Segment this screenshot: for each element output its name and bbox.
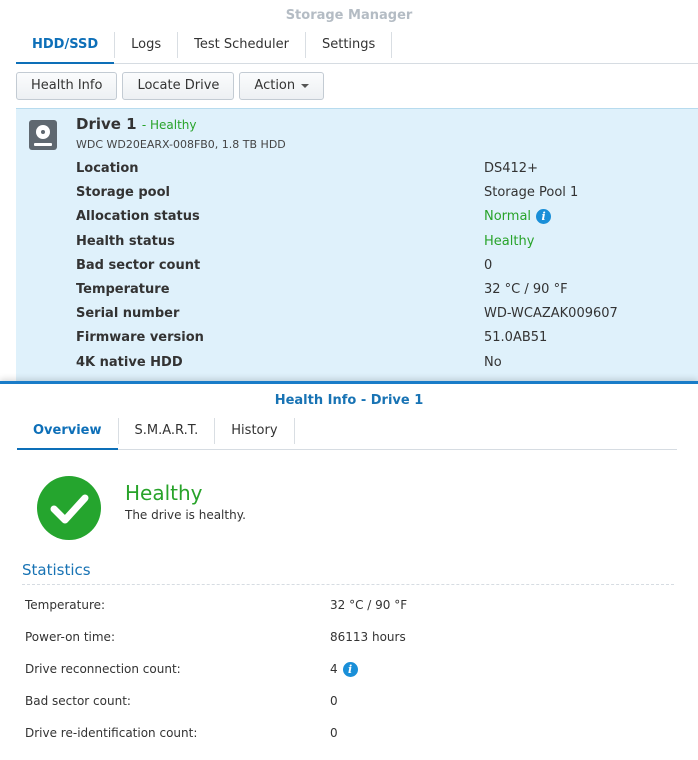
property-label: Storage pool (76, 185, 170, 201)
property-value: 0 (484, 257, 493, 273)
storage-manager-window: Storage Manager HDD/SSD Logs Test Schedu… (0, 0, 698, 383)
property-label: Serial number (76, 306, 180, 322)
stat-value-wrap: 4i (330, 662, 358, 677)
health-info-button[interactable]: Health Info (16, 72, 118, 100)
property-row: Location DS412+ (76, 161, 698, 185)
stat-value: 86113 hours (330, 630, 406, 644)
section-divider (22, 584, 674, 585)
property-label: Bad sector count (76, 257, 201, 273)
info-icon[interactable]: i (342, 662, 358, 677)
tab-settings[interactable]: Settings (306, 32, 393, 58)
property-value: 51.0AB51 (484, 330, 548, 346)
status-title: Healthy (125, 481, 203, 505)
property-label: Temperature (76, 281, 170, 297)
allocation-status-value: Normal (484, 209, 532, 225)
property-row: Firmware version 51.0AB51 (76, 330, 698, 354)
property-row: Health status Healthy (76, 234, 698, 258)
stat-label: Temperature: (25, 598, 106, 612)
property-row: Allocation status Normal i (76, 209, 698, 233)
hard-drive-icon (29, 120, 57, 150)
property-label: Allocation status (76, 209, 200, 225)
property-label: Health status (76, 233, 175, 249)
property-row: Bad sector count 0 (76, 258, 698, 282)
status-description: The drive is healthy. (125, 508, 246, 522)
stat-label: Drive reconnection count: (25, 662, 181, 676)
stat-value: 0 (330, 726, 338, 740)
tab-smart[interactable]: S.M.A.R.T. (119, 418, 216, 444)
action-dropdown-button[interactable]: Action (239, 72, 325, 100)
locate-drive-button-label: Locate Drive (137, 78, 220, 93)
property-label: Firmware version (76, 330, 204, 346)
stat-row: Power-on time: 86113 hours (25, 628, 675, 660)
tab-test-scheduler[interactable]: Test Scheduler (178, 32, 306, 58)
stat-value: 0 (330, 694, 338, 708)
window-title: Storage Manager (285, 8, 413, 23)
stat-row: Temperature: 32 °C / 90 °F (25, 596, 675, 628)
statistics-heading: Statistics (22, 561, 91, 579)
stat-label: Drive re-identification count: (25, 726, 198, 740)
property-label: Location (76, 161, 139, 176)
statistics-list: Temperature: 32 °C / 90 °F Power-on time… (25, 596, 675, 756)
property-value: Storage Pool 1 (484, 185, 579, 201)
drive-properties: Location DS412+ Storage pool Storage Poo… (76, 161, 698, 379)
reconnection-count-value: 4 (330, 662, 338, 676)
dialog-title: Health Info - Drive 1 (274, 393, 424, 408)
property-row: Temperature 32 °C / 90 °F (76, 282, 698, 306)
dialog-tab-bar: Overview S.M.A.R.T. History (17, 418, 677, 450)
drive-name-text: Drive 1 (76, 115, 137, 133)
property-value: No (484, 354, 502, 370)
drive-health-badge: - Healthy (141, 118, 197, 132)
health-info-button-label: Health Info (31, 78, 103, 93)
drive-list-item[interactable]: Drive 1 - Healthy WDC WD20EARX-008FB0, 1… (16, 108, 698, 383)
stat-row: Bad sector count: 0 (25, 692, 675, 724)
drive-model: WDC WD20EARX-008FB0, 1.8 TB HDD (76, 138, 286, 151)
tab-history[interactable]: History (215, 418, 295, 444)
drive-name: Drive 1 - Healthy (76, 115, 197, 133)
health-status-value: Healthy (484, 233, 535, 249)
stat-label: Bad sector count: (25, 694, 131, 708)
caret-down-icon (301, 83, 310, 88)
info-icon[interactable]: i (536, 209, 552, 225)
property-value: WD-WCAZAK009607 (484, 306, 618, 322)
tab-hdd-ssd[interactable]: HDD/SSD (16, 32, 116, 64)
health-info-dialog: Health Info - Drive 1 Overview S.M.A.R.T… (0, 381, 698, 760)
locate-drive-button[interactable]: Locate Drive (122, 72, 235, 100)
toolbar: Health Info Locate Drive Action (16, 72, 325, 100)
property-row: Serial number WD-WCAZAK009607 (76, 306, 698, 330)
stat-label: Power-on time: (25, 630, 115, 644)
tab-logs[interactable]: Logs (115, 32, 179, 58)
property-label: 4K native HDD (76, 354, 183, 370)
property-value-wrap: Normal i (484, 209, 552, 225)
main-tab-bar: HDD/SSD Logs Test Scheduler Settings (16, 32, 698, 64)
action-button-label: Action (254, 78, 296, 93)
healthy-check-icon (37, 476, 101, 540)
stat-row: Drive re-identification count: 0 (25, 724, 675, 756)
property-value: DS412+ (484, 161, 538, 176)
stat-row: Drive reconnection count: 4i (25, 660, 675, 692)
property-row: 4K native HDD No (76, 355, 698, 379)
stat-value: 32 °C / 90 °F (330, 598, 408, 612)
tab-overview[interactable]: Overview (17, 418, 119, 450)
property-value: 32 °C / 90 °F (484, 281, 568, 297)
property-row: Storage pool Storage Pool 1 (76, 185, 698, 209)
